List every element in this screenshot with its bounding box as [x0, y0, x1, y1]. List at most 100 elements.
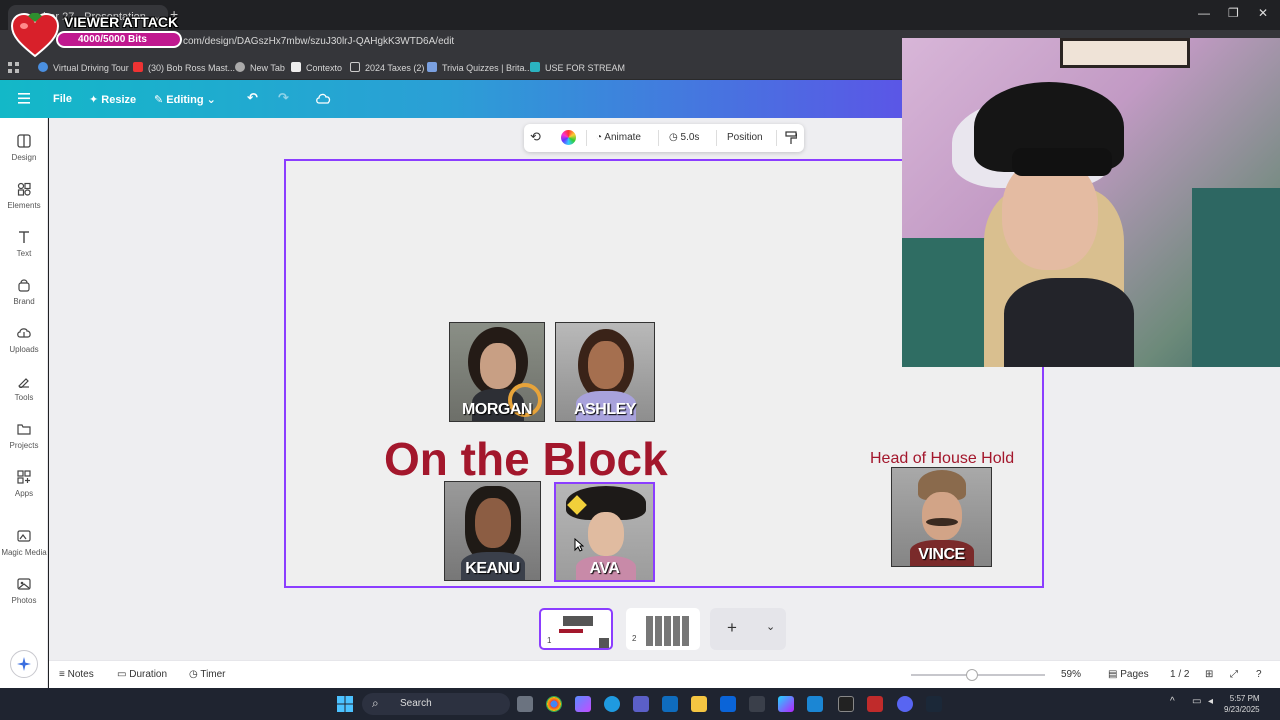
position-button[interactable]: Position [727, 132, 763, 143]
pages-icon: ▤ [1108, 669, 1121, 680]
sparkle-icon [17, 657, 31, 671]
sidebar-item-brand[interactable]: Brand [0, 278, 48, 306]
notes-button[interactable]: ≡ Notes [59, 669, 94, 680]
add-page-button[interactable]: + ⌄ [710, 608, 786, 650]
edge-icon[interactable] [604, 696, 620, 712]
discord-icon[interactable] [897, 696, 913, 712]
replace-icon[interactable]: ⟲ [530, 129, 541, 145]
redo-icon[interactable]: ↷ [278, 90, 289, 106]
youtube-icon [133, 62, 143, 72]
volume-icon[interactable]: ◂ [1208, 696, 1213, 707]
sidebar-item-uploads[interactable]: Uploads [0, 326, 48, 354]
overlay-title: VIEWER ATTACK [64, 14, 179, 30]
fullscreen-icon[interactable]: ⤢ [1230, 669, 1238, 680]
sidebar-item-design[interactable]: Design [0, 134, 48, 162]
url-field[interactable]: com/design/DAGszHx7mbw/szuJ30lrJ-QAHgkK3… [183, 36, 454, 47]
contestant-photo[interactable]: ASHLEY [555, 322, 655, 422]
undo-icon[interactable]: ↶ [247, 90, 258, 106]
minimize-icon[interactable]: — [1198, 6, 1210, 20]
sparkle-icon: ✦ [89, 94, 102, 106]
teams-icon[interactable] [633, 696, 649, 712]
menu-icon[interactable] [18, 93, 30, 104]
editing-mode-dropdown[interactable]: ✎ Editing ⌄ [154, 93, 216, 106]
pages-button[interactable]: ▤ Pages [1108, 669, 1149, 680]
chrome-icon[interactable] [546, 696, 562, 712]
file-explorer-icon[interactable] [691, 696, 707, 712]
magic-assistant-button[interactable] [10, 650, 38, 678]
copilot-icon[interactable] [575, 696, 591, 712]
file-menu[interactable]: File [53, 93, 72, 105]
bits-progress-label: 4000/5000 Bits [78, 34, 147, 45]
timer-button[interactable]: ◷ Timer [189, 669, 226, 680]
design-icon [17, 134, 31, 148]
mail-icon[interactable] [662, 696, 678, 712]
bits-progress-bar: 4000/5000 Bits [56, 31, 182, 48]
obs-app-icon[interactable] [867, 696, 883, 712]
hoh-name: VINCE [918, 546, 965, 563]
clock-icon: ◷ [669, 132, 681, 143]
animate-button[interactable]: ◔ Animate [596, 132, 641, 143]
grid-view-icon[interactable]: ⊞ [1205, 669, 1213, 680]
pencil-icon: ✎ [154, 94, 167, 106]
bookmark-item[interactable]: USE FOR STREAM [530, 62, 625, 73]
sidebar-item-projects[interactable]: Projects [0, 422, 48, 450]
sidebar-item-tools[interactable]: Tools [0, 374, 48, 402]
page-thumbnail-2[interactable]: 2 [626, 608, 700, 650]
sidebar-item-text[interactable]: Text [0, 230, 48, 258]
bookmark-item[interactable]: Trivia Quizzes | Brita... [427, 62, 532, 73]
resize-button[interactable]: ✦ Resize [89, 93, 136, 106]
contestant-photo-selected[interactable]: AVA [554, 482, 655, 582]
slide-title[interactable]: On the Block [384, 432, 668, 486]
sidebar-item-magic-media[interactable]: Magic Media [0, 529, 48, 557]
contestant-name: ASHLEY [574, 401, 636, 418]
steam-icon[interactable] [926, 696, 942, 712]
contestant-photo[interactable]: MORGAN [449, 322, 545, 422]
editor-footer: ≡ Notes ▭ Duration ◷ Timer 59% ▤ Pages 1… [49, 660, 1280, 688]
zoom-level[interactable]: 59% [1061, 669, 1081, 680]
contestant-photo[interactable]: KEANU [444, 481, 541, 581]
duration-button[interactable]: ◷ 5.0s [669, 132, 699, 143]
page-number: 1 [547, 636, 552, 645]
duration-footer-button[interactable]: ▭ Duration [117, 669, 167, 680]
hoh-photo[interactable]: VINCE [891, 467, 992, 567]
globe-icon [235, 62, 245, 72]
zoom-slider[interactable] [911, 674, 1045, 676]
cloud-sync-icon[interactable] [316, 92, 331, 104]
outlook-icon[interactable] [720, 696, 736, 712]
tray-chevron-icon[interactable]: ^ [1170, 696, 1175, 707]
sidebar-item-photos[interactable]: Photos [0, 577, 48, 605]
windows-start-icon[interactable] [337, 696, 353, 712]
apps-grid-icon[interactable] [8, 62, 19, 73]
bookmark-item[interactable]: 2024 Taxes (2) [350, 62, 424, 73]
search-icon: ⌕ [372, 696, 379, 710]
restore-icon[interactable]: ❐ [1228, 6, 1239, 20]
system-clock[interactable]: 5:57 PM 9/23/2025 [1224, 693, 1260, 715]
help-icon[interactable]: ? [1256, 669, 1262, 680]
network-icon[interactable]: ▭ [1192, 696, 1201, 707]
head-of-household-label[interactable]: Head of House Hold [870, 450, 1014, 468]
apps-icon [17, 470, 31, 484]
elements-icon [17, 182, 31, 196]
bookmark-item[interactable]: New Tab [235, 62, 285, 73]
folder-icon [17, 424, 31, 435]
store-icon[interactable] [749, 696, 765, 712]
zoom-slider-handle[interactable] [966, 669, 978, 681]
folder-icon [350, 62, 360, 72]
paint-roller-icon[interactable] [785, 131, 797, 145]
sidebar-item-elements[interactable]: Elements [0, 182, 48, 210]
bookmark-item[interactable]: (30) Bob Ross Mast... [133, 62, 235, 73]
clipchamp-icon[interactable] [778, 696, 794, 712]
bookmark-item[interactable]: Virtual Driving Tour [38, 62, 129, 73]
capcut-icon[interactable] [838, 696, 854, 712]
sidebar-item-apps[interactable]: Apps [0, 470, 48, 498]
taskbar-search[interactable]: ⌕ Search [362, 693, 510, 715]
chevron-down-icon[interactable]: ⌄ [766, 620, 775, 633]
upload-cloud-icon [17, 328, 31, 338]
close-window-icon[interactable]: ✕ [1258, 6, 1268, 20]
color-wheel-icon[interactable] [561, 130, 576, 145]
contestant-name: KEANU [465, 560, 520, 577]
task-view-icon[interactable] [517, 696, 533, 712]
photos-app-icon[interactable] [807, 696, 823, 712]
bookmark-item[interactable]: Contexto [291, 62, 342, 73]
page-thumbnail-1[interactable]: 1 [539, 608, 613, 650]
